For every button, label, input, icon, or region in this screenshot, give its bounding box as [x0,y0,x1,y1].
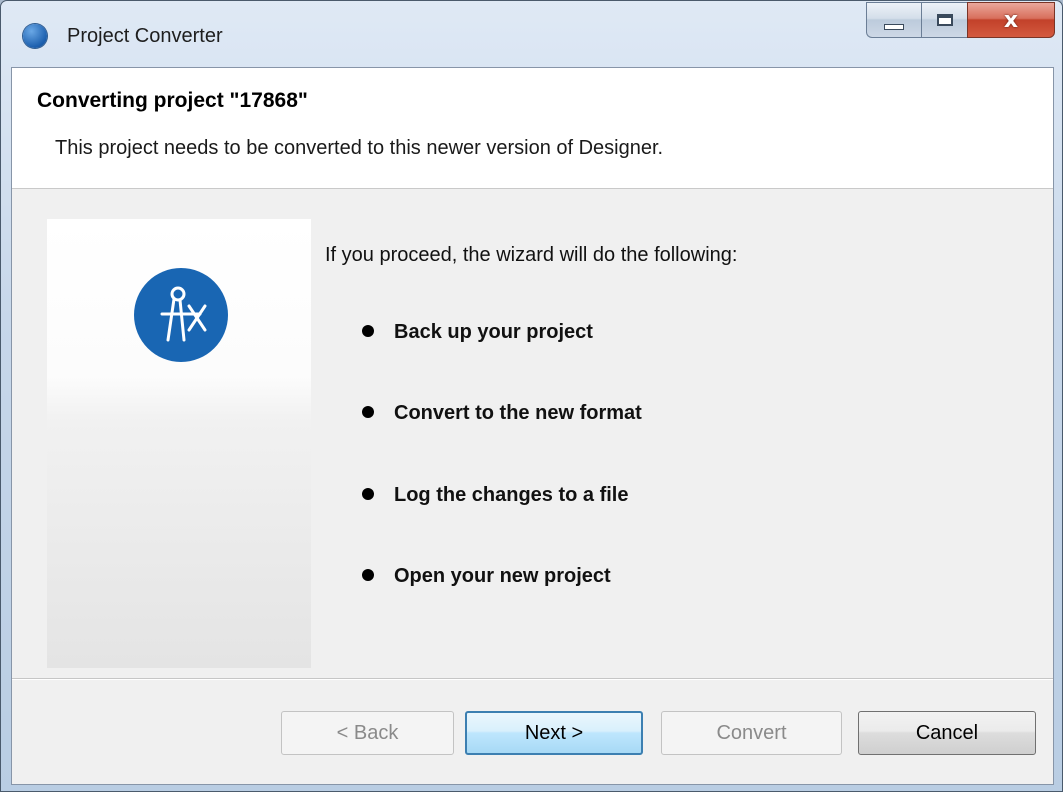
back-button[interactable]: < Back [281,711,454,755]
caption-buttons: x [866,2,1055,40]
maximize-icon [936,14,953,26]
close-button[interactable]: x [967,2,1055,38]
step-label: Log the changes to a file [394,484,629,506]
step-label: Convert to the new format [394,402,642,424]
bullet-icon [362,487,374,500]
list-item: Convert to the new format [362,402,642,425]
designer-compass-logo-icon [134,268,228,362]
step-label: Back up your project [394,321,593,343]
minimize-button[interactable] [866,2,921,38]
minimize-icon [884,24,904,30]
page-description: This project needs to be converted to th… [55,137,664,159]
bullet-icon [362,405,374,418]
page-title: Converting project "17868" [37,89,308,112]
footer-divider [12,678,1053,680]
convert-button[interactable]: Convert [661,711,842,755]
bullet-icon [362,324,374,337]
dialog-window: Project Converter x Converting project "… [0,0,1063,792]
window-title: Project Converter [67,25,223,47]
intro-text: If you proceed, the wizard will do the f… [325,244,738,266]
list-item: Open your new project [362,565,611,588]
close-icon: x [1003,7,1019,33]
title-bar[interactable]: Project Converter x [1,1,1062,67]
bullet-icon [362,568,374,581]
wizard-header: Converting project "17868" This project … [12,68,1053,189]
next-button[interactable]: Next > [465,711,643,755]
app-compass-icon [23,24,47,48]
list-item: Back up your project [362,321,593,344]
maximize-button[interactable] [921,2,967,38]
step-label: Open your new project [394,565,611,587]
list-item: Log the changes to a file [362,484,628,507]
cancel-button[interactable]: Cancel [858,711,1036,755]
wizard-side-banner [47,219,311,668]
dialog-content: Converting project "17868" This project … [11,67,1054,785]
